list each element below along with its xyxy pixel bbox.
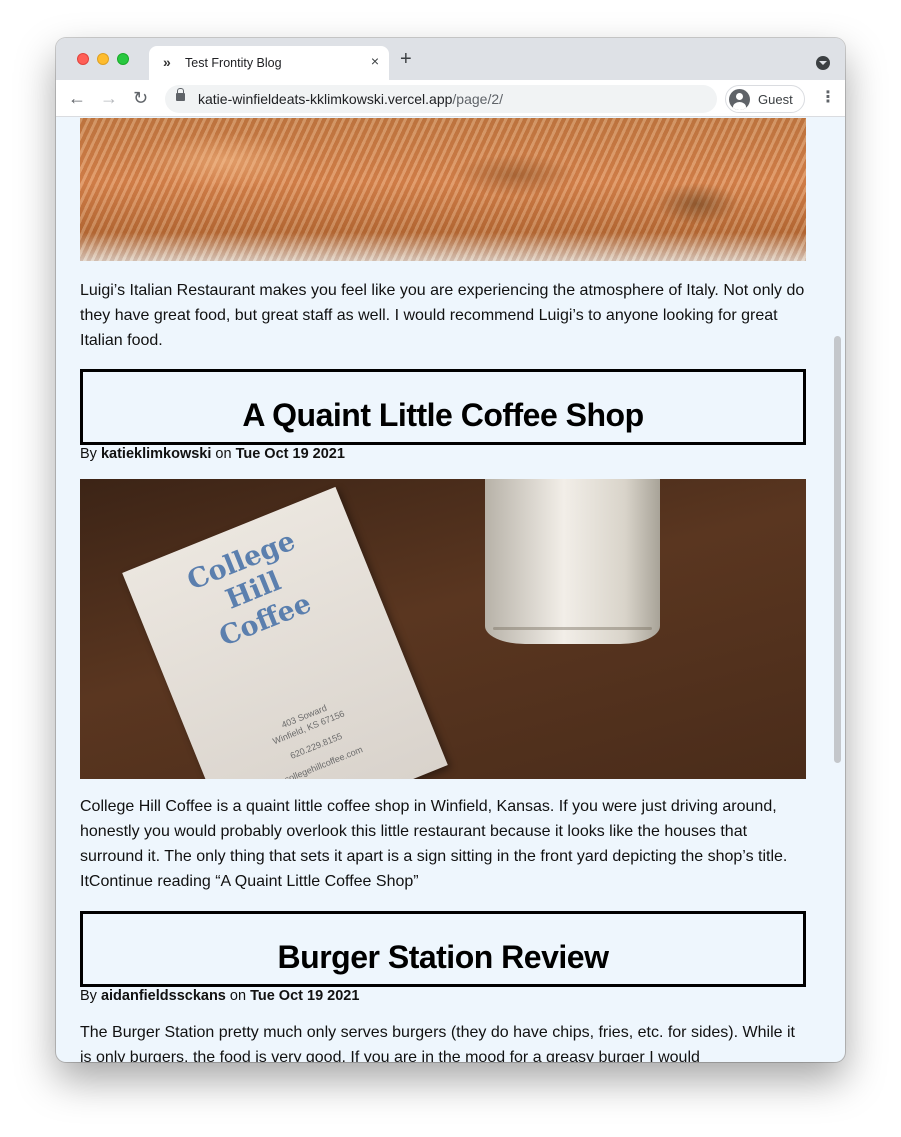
url-text[interactable]: katie-winfieldeats-kklimkowski.vercel.ap… xyxy=(198,91,503,107)
post-byline: By katieklimkowski on Tue Oct 19 2021 xyxy=(80,446,345,462)
post-date: Tue Oct 19 2021 xyxy=(250,988,360,1004)
tab-title: Test Frontity Blog xyxy=(185,56,282,70)
back-arrow-icon[interactable]: ← xyxy=(68,88,86,108)
vertical-scrollbar[interactable] xyxy=(834,336,841,763)
url-path: /page/2/ xyxy=(452,91,504,107)
byline-on: on xyxy=(215,446,232,462)
new-tab-button[interactable]: + xyxy=(400,49,412,69)
flyer-address: Winfield, KS 67156 xyxy=(271,708,346,747)
tab-active[interactable]: » Test Frontity Blog × xyxy=(149,46,389,80)
minimize-window-button[interactable] xyxy=(97,53,109,65)
post-excerpt: College Hill Coffee is a quaint little c… xyxy=(80,798,788,890)
page-viewport[interactable]: Luigi’s Italian Restaurant makes you fee… xyxy=(56,118,845,1062)
post-byline: By aidanfieldssckans on Tue Oct 19 2021 xyxy=(80,988,359,1004)
post-title-box[interactable]: A Quaint Little Coffee Shop xyxy=(80,369,806,445)
address-bar[interactable]: katie-winfieldeats-kklimkowski.vercel.ap… xyxy=(165,85,717,113)
profile-label: Guest xyxy=(758,92,793,107)
coffee-flyer: College Hill Coffee 403 Soward Winfield,… xyxy=(122,486,448,779)
browser-toolbar: ← → ↻ katie-winfieldeats-kklimkowski.ver… xyxy=(56,80,845,117)
url-host: katie-winfieldeats-kklimkowski.vercel.ap… xyxy=(198,91,453,107)
close-window-button[interactable] xyxy=(77,53,89,65)
post-excerpt: The Burger Station pretty much only serv… xyxy=(80,1024,795,1062)
byline-by: By xyxy=(80,446,97,462)
reload-icon[interactable]: ↻ xyxy=(133,88,148,108)
lock-icon[interactable] xyxy=(176,88,185,101)
byline-on: on xyxy=(229,988,247,1004)
post-title[interactable]: A Quaint Little Coffee Shop xyxy=(83,397,803,434)
browser-window: » Test Frontity Blog × + ← → ↻ katie-win… xyxy=(56,38,845,1062)
profile-button[interactable]: Guest xyxy=(725,85,805,113)
post-title[interactable]: Burger Station Review xyxy=(83,939,803,976)
tab-close-icon[interactable]: × xyxy=(371,53,379,69)
profile-icon xyxy=(729,89,750,110)
post-author: aidanfieldssckans xyxy=(100,988,226,1004)
post-author: katieklimkowski xyxy=(100,446,212,462)
tab-search-icon[interactable] xyxy=(816,56,830,70)
coffee-shop-image: College Hill Coffee 403 Soward Winfield,… xyxy=(80,479,806,779)
zoom-window-button[interactable] xyxy=(117,53,129,65)
post-excerpt: Luigi’s Italian Restaurant makes you fee… xyxy=(80,282,805,349)
byline-by: By xyxy=(80,988,97,1004)
pasta-image xyxy=(80,118,806,261)
coffee-cup xyxy=(485,479,660,644)
tab-strip: » Test Frontity Blog × + xyxy=(56,38,845,80)
frontity-favicon-icon: » xyxy=(163,54,171,70)
forward-arrow-icon[interactable]: → xyxy=(100,88,118,108)
post-date: Tue Oct 19 2021 xyxy=(235,446,345,462)
more-menu-icon[interactable]: ⋮ xyxy=(820,88,836,108)
post-title-box[interactable]: Burger Station Review xyxy=(80,911,806,987)
